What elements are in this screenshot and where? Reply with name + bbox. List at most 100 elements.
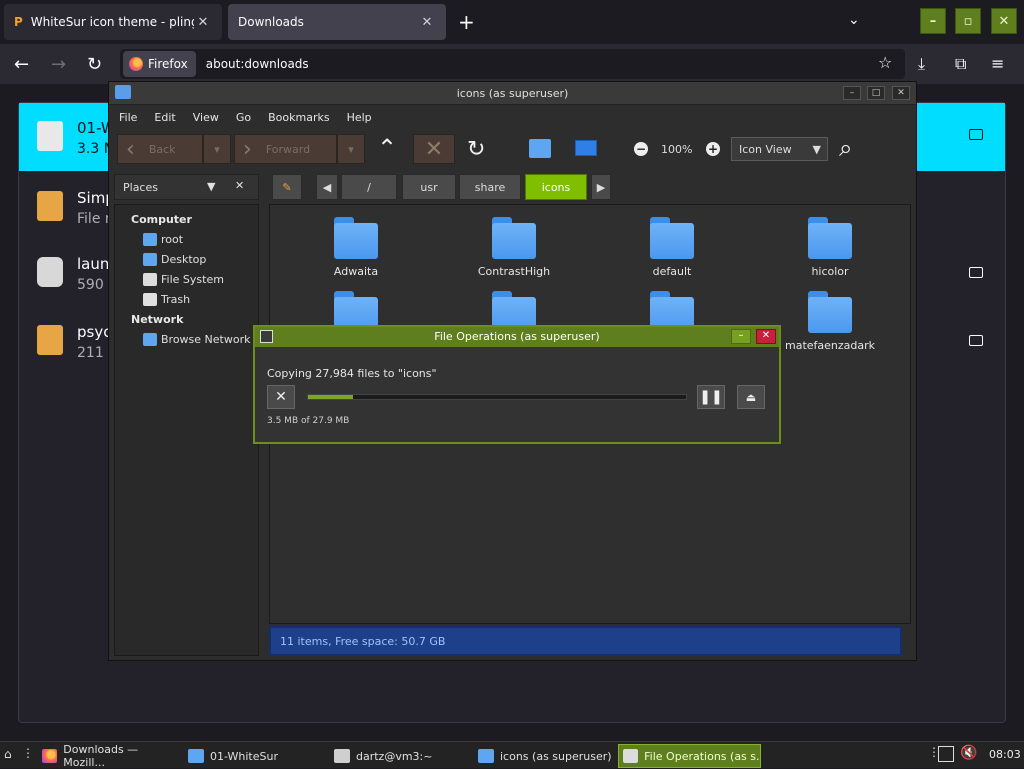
sidebar-item-root[interactable]: root [143,233,183,246]
zoom-in-icon[interactable]: + [706,142,720,156]
minimize-button[interactable]: – [731,329,751,344]
tab-pling[interactable]: P WhiteSur icon theme - pling.com ✕ [4,4,222,40]
back-history-button[interactable]: ▾ [203,134,231,164]
sidebar-item-label: Desktop [161,253,207,266]
path-scroll-left[interactable]: ◀ [316,174,338,200]
sidebar-item-browse-network[interactable]: Browse Network [143,333,250,346]
computer-icon[interactable] [575,140,597,156]
folder-item[interactable]: hicolor [785,217,875,278]
identity-box[interactable]: Firefox [123,51,196,77]
folder-label: Adwaita [333,265,379,278]
url-text[interactable]: about:downloads [206,57,309,71]
sidebar-item-desktop[interactable]: Desktop [143,253,206,266]
pling-icon: P [14,15,23,29]
stop-icon: ✕ [424,136,444,162]
menu-file[interactable]: File [119,111,137,124]
folder-item[interactable]: ContrastHigh [469,217,559,278]
taskbar-item-firefox[interactable]: Downloads — Mozill... [38,743,178,769]
volume-muted-icon[interactable]: 🔇 [960,745,977,761]
taskbar-item-file-manager[interactable]: icons (as superuser) [474,744,614,768]
reload-icon[interactable]: ↻ [87,54,102,75]
tab-downloads[interactable]: Downloads ✕ [228,4,446,40]
dialog-title: File Operations (as superuser) [434,330,600,343]
pause-button[interactable]: ❚❚ [697,385,725,409]
path-crumb-root[interactable]: / [341,174,397,200]
menu-view[interactable]: View [193,111,219,124]
window-title: icons (as superuser) [456,87,569,100]
folder-icon[interactable] [969,335,983,346]
close-button[interactable]: ✕ [991,8,1017,34]
view-mode-select[interactable]: Icon View ▼ [731,137,828,161]
zoom-out-icon[interactable]: − [634,142,648,156]
window-titlebar[interactable]: icons (as superuser) – □ ✕ [109,82,916,105]
trash-icon [143,293,157,306]
close-button[interactable]: ✕ [892,86,910,100]
list-tabs-icon[interactable]: ⌄ [848,12,860,28]
clock[interactable]: 08:03 [989,748,1021,761]
url-bar[interactable]: Firefox about:downloads ☆ [120,49,905,79]
close-tab-icon[interactable]: ✕ [194,15,212,30]
close-tab-icon[interactable]: ✕ [418,15,436,30]
sidebar-item-trash[interactable]: Trash [143,293,190,306]
cancel-operation-button[interactable]: ✕ [267,385,295,409]
path-crumb-usr[interactable]: usr [402,174,456,200]
edit-location-button[interactable]: ✎ [272,174,302,200]
forward-history-button[interactable]: ▾ [337,134,365,164]
home-folder-icon [143,233,157,246]
folder-item[interactable]: default [627,217,717,278]
taskbar-label: File Operations (as s... [644,749,760,763]
menu-icon[interactable]: ⌂ [4,747,12,761]
handle-icon[interactable]: ⋮ [22,746,34,760]
back-label: Back [148,142,176,156]
folder-icon [650,217,694,259]
back-button[interactable]: ‹ Back [117,134,203,164]
up-icon[interactable]: ⌃ [377,134,397,162]
back-icon[interactable]: ← [14,54,29,75]
menu-edit[interactable]: Edit [154,111,175,124]
firefox-icon [129,57,143,71]
taskbar-item-terminal[interactable]: dartz@vm3:~ [330,744,470,768]
chevron-down-icon[interactable]: ▼ [207,180,215,193]
close-button[interactable]: ✕ [756,329,776,344]
folder-icon[interactable] [969,267,983,278]
forward-icon[interactable]: → [51,54,66,75]
dialog-titlebar[interactable]: File Operations (as superuser) – ✕ [255,327,779,347]
menu-help[interactable]: Help [347,111,372,124]
sidebar-item-filesystem[interactable]: File System [143,273,224,286]
zoom-level: 100% [661,143,693,156]
path-crumb-share[interactable]: share [459,174,521,200]
chevron-down-icon: ▾ [214,142,220,156]
menu-go[interactable]: Go [236,111,251,124]
extensions-icon[interactable]: ⧉ [955,54,966,74]
maximize-button[interactable]: □ [867,86,885,100]
new-tab-icon[interactable]: + [458,10,475,34]
reload-icon[interactable]: ↻ [467,137,485,162]
identity-label: Firefox [148,57,188,71]
clipboard-icon[interactable] [938,746,954,762]
folder-icon[interactable] [969,129,983,140]
forward-button[interactable]: › Forward [234,134,337,164]
close-pane-icon[interactable]: ✕ [235,179,244,192]
stop-button[interactable]: ✕ [413,134,455,164]
path-crumb-icons[interactable]: icons [525,174,587,200]
home-folder-icon[interactable] [529,139,551,158]
package-icon [37,191,63,221]
queue-button[interactable]: ⏏ [737,385,765,409]
taskbar-item-folder[interactable]: 01-WhiteSur [184,744,324,768]
folder-icon [808,217,852,259]
minimize-button[interactable]: – [920,8,946,34]
sidebar-item-label: root [161,233,184,246]
places-header[interactable]: Places ▼ ✕ [114,174,259,200]
menu-icon[interactable]: ≡ [991,54,1004,73]
bookmark-star-icon[interactable]: ☆ [878,53,892,72]
menu-bookmarks[interactable]: Bookmarks [268,111,329,124]
maximize-button[interactable]: ▫ [955,8,981,34]
minimize-button[interactable]: – [843,86,861,100]
path-scroll-right[interactable]: ▶ [591,174,611,200]
folder-item[interactable]: matefaenzadark [785,291,875,352]
search-icon[interactable]: ⌕ [839,134,852,162]
taskbar-item-file-operations[interactable]: File Operations (as s... [618,744,761,768]
folder-icon [492,217,536,259]
downloads-icon[interactable]: ⤓ [918,54,925,74]
folder-item[interactable]: Adwaita [311,217,401,278]
